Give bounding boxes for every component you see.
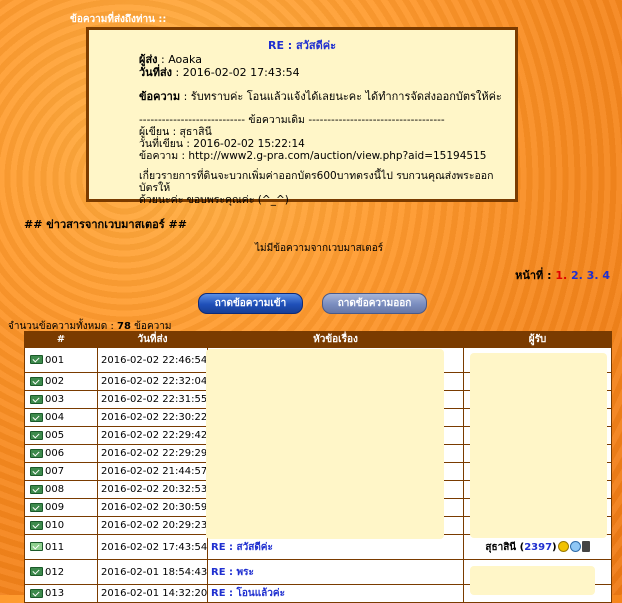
row-num: 009: [45, 502, 65, 513]
message-panel: RE : สวัสดีค่ะ ผู้ส่ง : Aoaka วันที่ส่ง …: [86, 27, 518, 206]
envelope-icon: [30, 466, 43, 476]
envelope-icon: [30, 448, 43, 458]
date-label: วันที่ส่ง: [139, 66, 173, 79]
redaction-overlay: [470, 566, 595, 595]
date-line: วันที่ส่ง : 2016-02-02 17:43:54: [139, 66, 509, 79]
row-num: 012: [45, 566, 65, 578]
redaction-overlay: [206, 349, 444, 539]
col-header-subject: หัวข้อเรื่อง: [207, 331, 464, 348]
row-date: 2016-02-02 22:32:04: [97, 372, 208, 391]
row-date: 2016-02-02 20:32:53: [97, 480, 208, 499]
row-num: 008: [45, 484, 65, 495]
envelope-icon: [30, 484, 43, 494]
row-subject-link[interactable]: RE : สวัสดีค่ะ: [211, 542, 273, 553]
envelope-icon: [30, 502, 43, 512]
envelope-icon: [30, 520, 43, 530]
pager: หน้าที่ : 1. 2. 3. 4: [515, 269, 610, 282]
message-title: RE : สวัสดีค่ะ: [267, 39, 337, 52]
row-num: 010: [45, 520, 65, 531]
news-text: ไม่มีข้อความจากเวบมาสเตอร์: [255, 243, 384, 254]
row-subject[interactable]: RE : โอนแล้วค่ะ: [207, 584, 464, 603]
outbox-button[interactable]: ถาดข้อความออก: [322, 293, 427, 314]
sender-line: ผู้ส่ง : Aoaka: [139, 53, 509, 66]
row-num: 003: [45, 394, 65, 405]
col-header-num: #: [24, 331, 98, 348]
row-num: 002: [45, 376, 65, 387]
body-label: ข้อความ: [139, 90, 181, 103]
original-line-2: ด้วยนะค่ะ ขอบพระคุณค่ะ (^_^): [139, 194, 289, 206]
row-date: 2016-02-02 22:29:42: [97, 426, 208, 445]
envelope-icon: [30, 430, 43, 440]
row-date: 2016-02-02 20:30:59: [97, 498, 208, 517]
message-heading: ข้อความที่ส่งถึงท่าน ::: [70, 14, 167, 25]
row-subject-link[interactable]: RE : โอนแล้วค่ะ: [211, 588, 285, 599]
redaction-overlay: [470, 353, 607, 538]
row-num: 005: [45, 430, 65, 441]
row-date: 2016-02-01 18:54:43: [97, 559, 208, 585]
date-value: : 2016-02-02 17:43:54: [172, 66, 300, 79]
news-heading: ## ข่าวสารจากเวบมาสเตอร์ ##: [24, 218, 187, 231]
row-num: 004: [45, 412, 65, 423]
row-date: 2016-02-02 20:29:23: [97, 516, 208, 535]
open-envelope-icon: [30, 542, 43, 551]
table-header-row: # วันที่ส่ง หัวข้อเรื่อง ผู้รับ: [24, 331, 612, 348]
row-date: 2016-02-02 22:29:29: [97, 444, 208, 463]
pager-current: 1: [555, 269, 563, 282]
recipient-name[interactable]: สุธาสินี: [485, 542, 516, 553]
inbox-button[interactable]: ถาดข้อความเข้า: [198, 293, 303, 314]
row-date: 2016-02-02 21:44:57: [97, 462, 208, 481]
body-value: : รับทราบค่ะ โอนแล้วแจ้งได้เลยนะคะ ได้ทำ…: [180, 90, 502, 103]
row-date: 2016-02-01 14:32:20: [97, 584, 208, 603]
row-date: 2016-02-02 22:30:22: [97, 408, 208, 427]
crown-icon: [557, 541, 569, 552]
envelope-icon: [30, 394, 43, 404]
pager-label: หน้าที่ :: [515, 269, 556, 282]
envelope-icon: [30, 355, 43, 364]
sender-label: ผู้ส่ง: [139, 53, 158, 66]
original-line-1: เกี่ยวรายการที่ดินจะบวกเพิ่มค่าออกบัตร60…: [139, 170, 494, 194]
body-line: ข้อความ : รับทราบค่ะ โอนแล้วแจ้งได้เลยนะ…: [139, 90, 509, 103]
row-num: 006: [45, 448, 65, 459]
row-subject[interactable]: RE : พระ: [207, 559, 464, 585]
recipient-score[interactable]: 2397: [524, 542, 552, 553]
row-subject-link[interactable]: RE : พระ: [211, 567, 254, 578]
row-num: 001: [45, 354, 65, 366]
original-text: ข้อความ : http://www2.g-pra.com/auction/…: [139, 150, 487, 162]
row-date: 2016-02-02 22:46:54: [97, 347, 208, 373]
pen-icon: [581, 541, 590, 552]
envelope-icon: [30, 412, 43, 422]
envelope-icon: [30, 588, 43, 598]
original-author: ผู้เขียน : สุธาสินี: [139, 126, 212, 138]
member-face-icon: [569, 541, 581, 552]
envelope-icon: [30, 376, 43, 386]
row-num: 011: [45, 541, 65, 553]
message-body: ผู้ส่ง : Aoaka วันที่ส่ง : 2016-02-02 17…: [139, 53, 509, 206]
sender-value: : Aoaka: [157, 53, 202, 66]
pager-link-2[interactable]: 2: [571, 269, 579, 282]
original-date: วันที่เขียน : 2016-02-02 15:22:14: [139, 138, 305, 150]
col-header-date: วันที่ส่ง: [97, 331, 208, 348]
row-num: 013: [45, 588, 65, 599]
col-header-recipient: ผู้รับ: [463, 331, 612, 348]
envelope-icon: [30, 567, 43, 576]
row-num: 007: [45, 466, 65, 477]
original-separator: ---------------------------- ข้อความเดิม…: [139, 114, 445, 126]
row-recipient[interactable]: สุธาสินี (2397): [463, 534, 612, 560]
row-date: 2016-02-02 17:43:54: [97, 534, 208, 560]
pager-link-4[interactable]: 4: [602, 269, 610, 282]
row-date: 2016-02-02 22:31:55: [97, 390, 208, 409]
